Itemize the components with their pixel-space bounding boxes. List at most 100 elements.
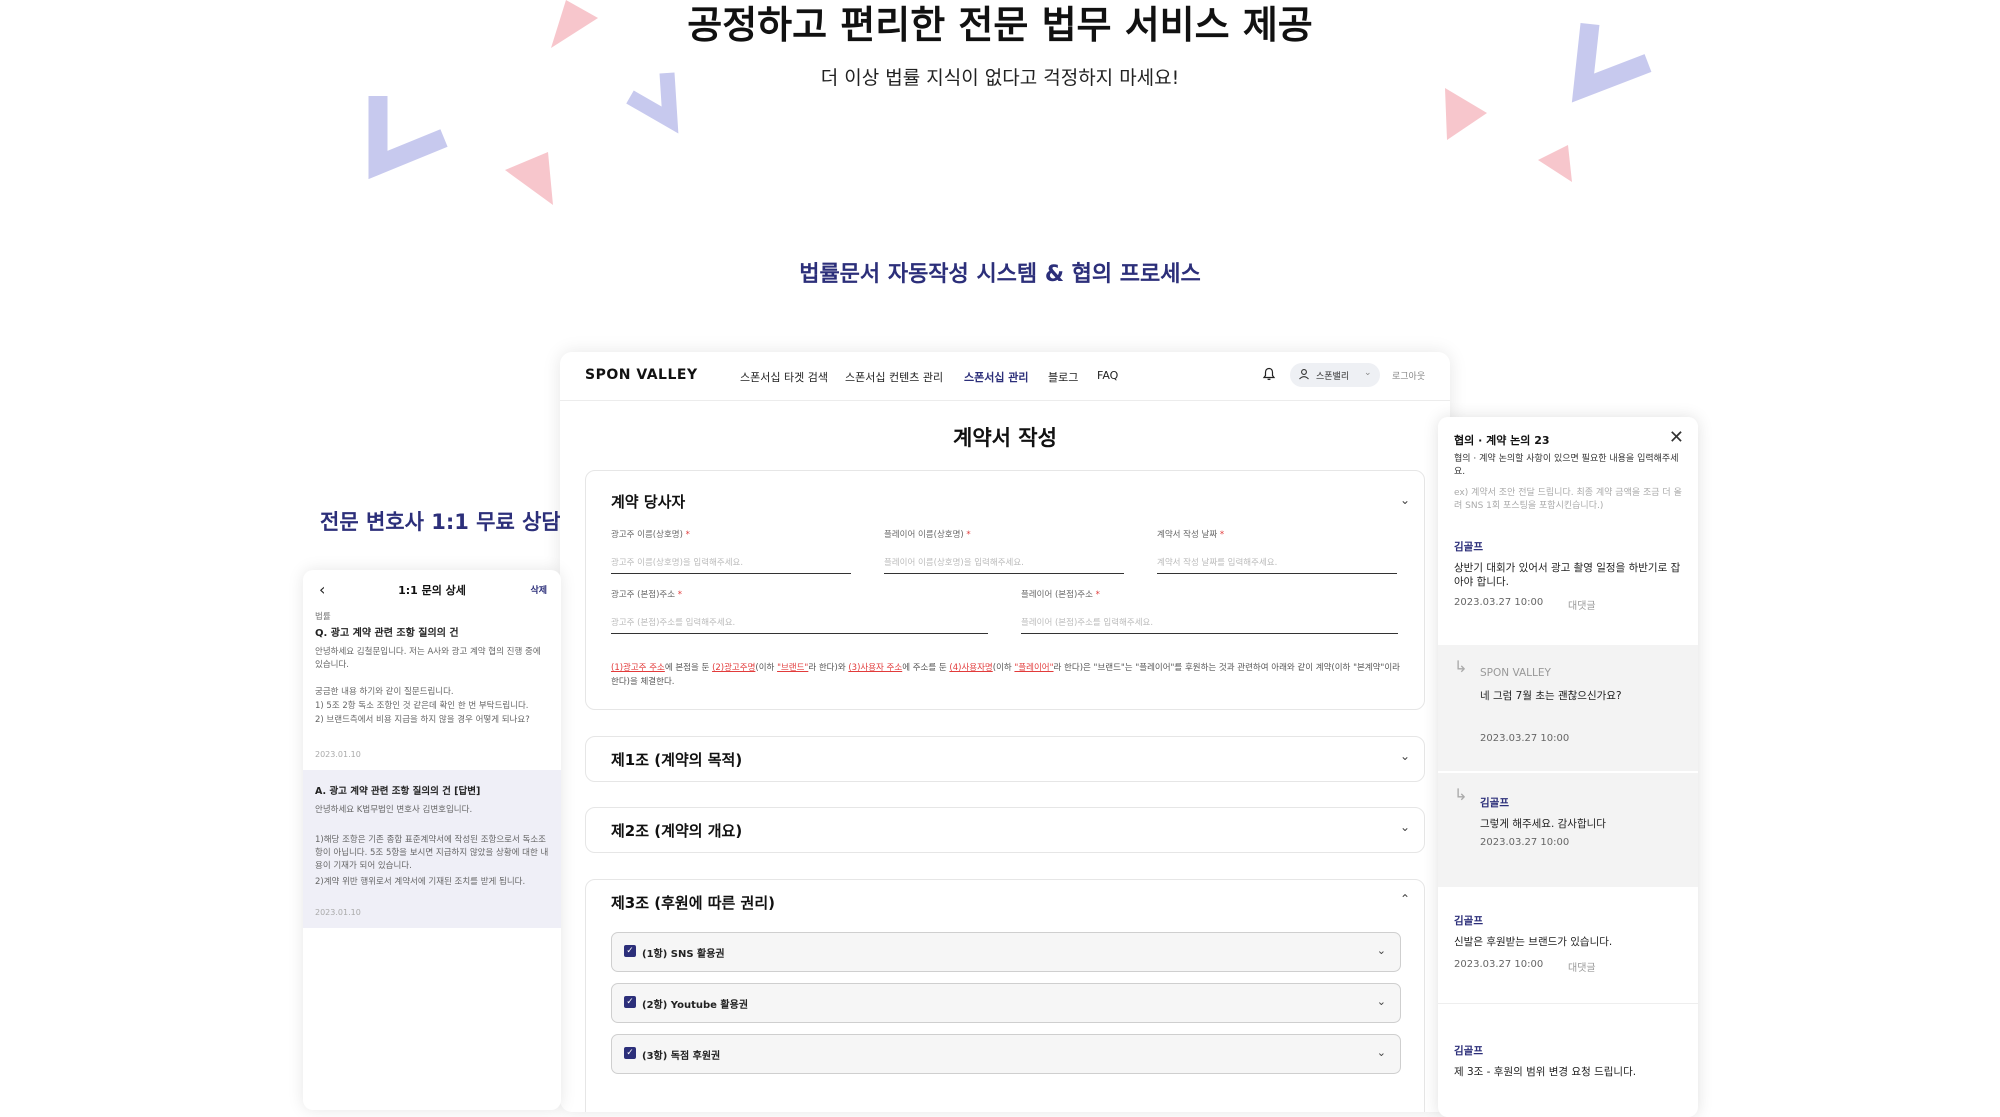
- chat-description: 협의 · 계약 논의할 사항이 있으면 필요한 내용을 입력해주세요.: [1454, 454, 1679, 477]
- inquiry-body: 궁금한 내용 하기와 같이 질문드립니다.: [315, 687, 454, 697]
- chat-input-hint[interactable]: ex) 계약서 조안 전달 드립니다. 최종 계약 금액을 조금 더 올려 SN…: [1454, 487, 1684, 513]
- article-2-panel[interactable]: 제2조 (계약의 개요) ⌄: [585, 807, 1425, 853]
- inquiry-title: 1:1 문의 상세: [398, 584, 466, 597]
- nav-item-content-manage[interactable]: 스폰서십 컨텐츠 관리: [845, 369, 943, 385]
- message-text: 그렇게 해주세요. 감사합니다: [1480, 818, 1606, 830]
- message-text: 신발은 후원받는 브랜드가 있습니다.: [1454, 936, 1613, 948]
- parties-title: 계약 당사자: [611, 493, 686, 511]
- nav-item-faq[interactable]: FAQ: [1097, 369, 1118, 382]
- close-icon[interactable]: ✕: [1669, 427, 1684, 448]
- sub-item-sns[interactable]: ✓ (1항) SNS 활용권 ⌄: [611, 932, 1401, 972]
- answer-title: A. 광고 계약 관련 조항 질의의 건 [답변]: [315, 786, 481, 797]
- deco-triangle-pink: [1445, 88, 1487, 140]
- chat-message: 김골프 제 3조 - 후원의 범위 변경 요청 드립니다.: [1438, 1003, 1698, 1103]
- reply-arrow-icon: ↳: [1454, 657, 1468, 676]
- delete-button[interactable]: 삭제: [530, 583, 547, 596]
- inquiry-date: 2023.01.10: [315, 750, 361, 759]
- inquiry-question: Q. 광고 계약 관련 조항 질의의 건: [315, 628, 459, 639]
- chevron-down-icon: ⌄: [1364, 368, 1372, 378]
- answer-date: 2023.01.10: [315, 908, 361, 917]
- parties-panel: 계약 당사자 ⌄ 광고주 이름(상호명) * 광고주 이름(상호명)을 입력해주…: [585, 470, 1425, 710]
- section-title: 법률문서 자동작성 시스템 & 협의 프로세스: [799, 262, 1201, 287]
- chevron-down-icon[interactable]: ⌄: [1400, 820, 1410, 834]
- sub-item-label: (2항) Youtube 활용권: [642, 1000, 749, 1011]
- answer-block: A. 광고 계약 관련 조항 질의의 건 [답변] 안녕하세요 K법무법인 변호…: [303, 770, 561, 928]
- chat-message-nested: ↳ 김골프 그렇게 해주세요. 감사합니다 2023.03.27 10:00: [1438, 773, 1698, 887]
- sub-item-label: (1항) SNS 활용권: [642, 949, 725, 960]
- logo[interactable]: SPON VALLEY: [585, 367, 698, 383]
- top-nav: SPON VALLEY 스폰서십 타겟 검색 스폰서십 컨텐츠 관리 스폰서십 …: [560, 352, 1450, 401]
- message-author: SPON VALLEY: [1480, 667, 1551, 679]
- message-author: 김골프: [1454, 915, 1483, 927]
- article-2-title: 제2조 (계약의 개요): [611, 822, 743, 840]
- form-title: 계약서 작성: [953, 426, 1057, 450]
- answer-body: 1)해당 조항은 기존 종합 표준계약서에 작성된 조항으로서 독소조항이 아닙…: [315, 835, 549, 871]
- hero-subtitle: 더 이상 법률 지식이 없다고 걱정하지 마세요!: [820, 67, 1180, 89]
- advertiser-address-label: 광고주 (본점)주소 *: [611, 590, 683, 600]
- player-address-input[interactable]: 플레이어 (본점)주소를 입력해주세요.: [1021, 616, 1398, 634]
- contract-date-label: 계약서 작성 날짜 *: [1157, 530, 1225, 540]
- message-text: 제 3조 - 후원의 범위 변경 요청 드립니다.: [1454, 1066, 1637, 1078]
- article-3-panel: 제3조 (후원에 따른 권리) ⌃ ✓ (1항) SNS 활용권 ⌄ ✓ (2항…: [585, 879, 1425, 1112]
- message-author: 김골프: [1480, 797, 1509, 809]
- contract-clause-text: (1)광고주 주소에 본점을 둔 (2)광고주명(이하 "브랜드"라 한다)와 …: [611, 663, 1400, 687]
- player-address-label: 플레이어 (본점)주소 *: [1021, 590, 1100, 600]
- sub-item-exclusive[interactable]: ✓ (3항) 독점 후원권 ⌄: [611, 1034, 1401, 1074]
- message-time: 2023.03.27 10:00: [1454, 959, 1544, 970]
- deco-triangle-pink: [1538, 145, 1572, 182]
- inquiry-body: 2) 브랜드측에서 비용 지급을 하지 않을 경우 어떻게 되나요?: [315, 715, 530, 725]
- player-name-label: 플레이어 이름(상호명) *: [884, 530, 971, 540]
- chat-title: 협의 · 계약 논의 23: [1454, 434, 1550, 447]
- contract-date-input[interactable]: 계약서 작성 날짜를 입력해주세요.: [1157, 556, 1397, 574]
- nav-item-sponsorship-manage[interactable]: 스폰서십 관리: [964, 369, 1029, 385]
- message-text: 네 그럼 7월 초는 괜찮으신가요?: [1480, 690, 1622, 702]
- chevron-down-icon[interactable]: ⌄: [1377, 1046, 1386, 1059]
- chevron-down-icon[interactable]: ⌄: [1400, 749, 1410, 763]
- sub-item-youtube[interactable]: ✓ (2항) Youtube 활용권 ⌄: [611, 983, 1401, 1023]
- negotiation-chat-card: 협의 · 계약 논의 23 ✕ 협의 · 계약 논의할 사항이 있으면 필요한 …: [1438, 417, 1698, 1117]
- chat-message-nested: ↳ SPON VALLEY 네 그럼 7월 초는 괜찮으신가요? 2023.03…: [1438, 645, 1698, 771]
- message-author: 김골프: [1454, 541, 1483, 553]
- chat-message: 김골프 신발은 후원받는 브랜드가 있습니다. 2023.03.27 10:00…: [1438, 887, 1698, 1004]
- message-text: 상반기 대회가 있어서 광고 촬영 일정을 하반기로 잡아야 합니다.: [1454, 562, 1681, 588]
- reply-button[interactable]: 대댓글: [1568, 597, 1596, 612]
- message-time: 2023.03.27 10:00: [1480, 837, 1570, 848]
- inquiry-category: 법률: [315, 612, 331, 622]
- bell-icon[interactable]: [1262, 367, 1276, 381]
- consult-title: 전문 변호사 1:1 무료 상담: [320, 510, 561, 534]
- answer-body: 2)계약 위반 행위로서 계약서에 기재된 조치를 받게 됩니다.: [315, 877, 526, 887]
- article-1-panel[interactable]: 제1조 (계약의 목적) ⌄: [585, 736, 1425, 782]
- advertiser-name-input[interactable]: 광고주 이름(상호명)을 입력해주세요.: [611, 556, 851, 574]
- checkbox-checked-icon[interactable]: ✓: [624, 996, 636, 1008]
- article-1-title: 제1조 (계약의 목적): [611, 751, 743, 769]
- chevron-down-icon[interactable]: ⌄: [1400, 493, 1410, 507]
- sub-item-label: (3항) 독점 후원권: [642, 1051, 721, 1062]
- deco-chevron-lavender: [368, 96, 448, 180]
- inquiry-body: 안녕하세요 김철문입니다. 저는 A사와 광고 계약 협의 진행 중에 있습니다…: [315, 647, 541, 670]
- user-icon: [1299, 369, 1309, 380]
- article-3-title: 제3조 (후원에 따른 권리): [611, 894, 776, 912]
- message-time: 2023.03.27 10:00: [1480, 733, 1570, 744]
- nav-item-blog[interactable]: 블로그: [1048, 369, 1078, 385]
- advertiser-name-label: 광고주 이름(상호명) *: [611, 530, 690, 540]
- message-author: 김골프: [1454, 1045, 1483, 1057]
- player-name-input[interactable]: 플레이어 이름(상호명)을 입력해주세요.: [884, 556, 1124, 574]
- checkbox-checked-icon[interactable]: ✓: [624, 945, 636, 957]
- hero-title: 공정하고 편리한 전문 법무 서비스 제공: [687, 3, 1313, 47]
- logout-link[interactable]: 로그아웃: [1392, 369, 1425, 382]
- user-name: 스폰밸리: [1316, 372, 1350, 382]
- chevron-down-icon[interactable]: ⌄: [1377, 944, 1386, 957]
- inquiry-detail-card: ‹ 1:1 문의 상세 삭제 법률 Q. 광고 계약 관련 조항 질의의 건 안…: [303, 570, 561, 1110]
- contract-form-card: SPON VALLEY 스폰서십 타겟 검색 스폰서십 컨텐츠 관리 스폰서십 …: [560, 352, 1450, 1112]
- advertiser-address-input[interactable]: 광고주 (본점)주소를 입력해주세요.: [611, 616, 988, 634]
- chevron-up-icon[interactable]: ⌃: [1400, 892, 1410, 906]
- reply-button[interactable]: 대댓글: [1568, 959, 1596, 974]
- checkbox-checked-icon[interactable]: ✓: [624, 1047, 636, 1059]
- answer-body: 안녕하세요 K법무법인 변호사 김변호입니다.: [315, 805, 473, 815]
- nav-item-target-search[interactable]: 스폰서십 타겟 검색: [740, 369, 828, 385]
- chat-message: 김골프 상반기 대회가 있어서 광고 촬영 일정을 하반기로 잡아야 합니다. …: [1438, 529, 1698, 645]
- message-time: 2023.03.27 10:00: [1454, 597, 1544, 608]
- inquiry-body: 1) 5조 2항 독소 조항인 것 같은데 확인 한 번 부탁드립니다.: [315, 701, 529, 711]
- chevron-down-icon[interactable]: ⌄: [1377, 995, 1386, 1008]
- user-menu[interactable]: 스폰밸리 ⌄: [1290, 363, 1380, 387]
